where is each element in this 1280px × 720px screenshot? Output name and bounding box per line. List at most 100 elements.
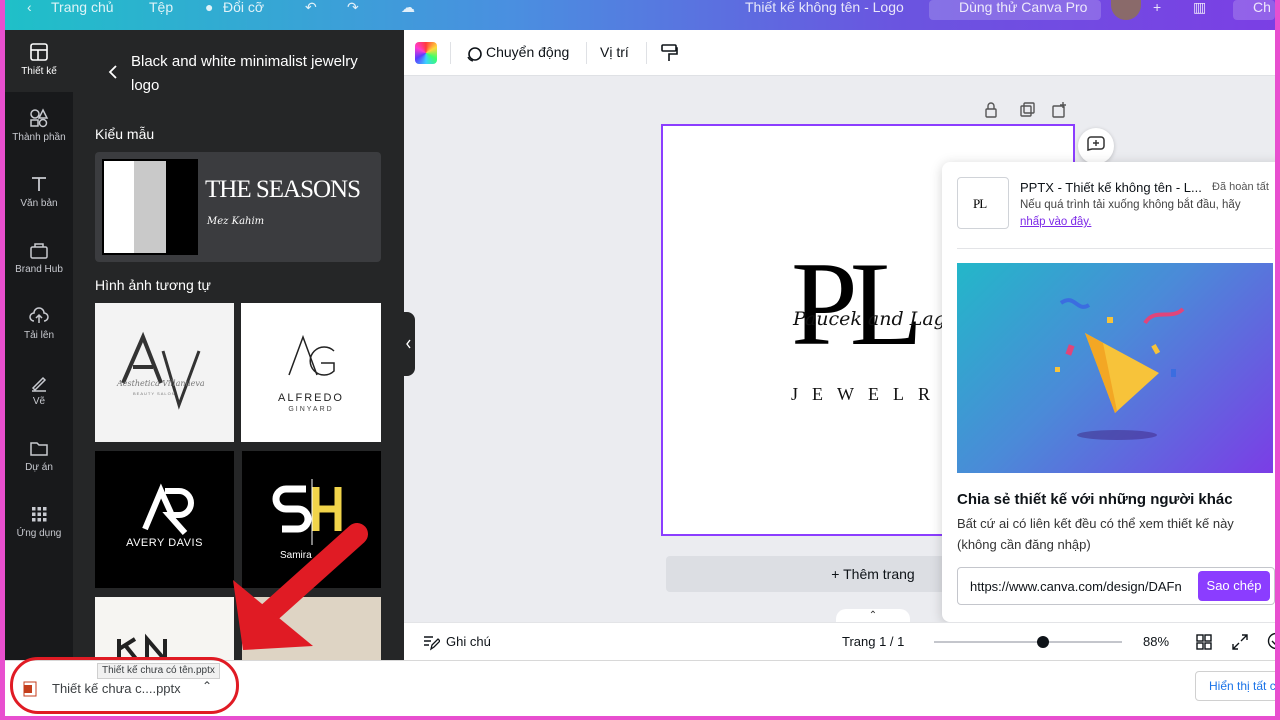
download-title: PPTX - Thiết kế không tên - L... [1020, 180, 1202, 195]
celebration-illustration [957, 263, 1273, 473]
analytics-icon[interactable]: ▥ [1193, 0, 1206, 16]
copy-link-button[interactable]: Sao chép [1198, 571, 1270, 601]
download-thumbnail: PL [957, 177, 1009, 229]
animate-button[interactable]: Chuyển động [486, 44, 569, 60]
notes-button[interactable]: Ghi chú [446, 634, 491, 649]
logo-initials[interactable]: PL [791, 244, 923, 364]
file-menu[interactable]: Tệp [149, 0, 173, 15]
add-page-icon [1052, 102, 1066, 118]
shapes-icon [30, 108, 49, 128]
rail-label: Brand Hub [15, 264, 63, 275]
av-monogram [121, 331, 201, 410]
popup-divider [957, 248, 1273, 249]
rail-item-text[interactable]: Văn bản [5, 162, 73, 224]
document-title[interactable]: Thiết kế không tên - Logo [745, 0, 904, 15]
share-label: Ch [1253, 0, 1271, 15]
show-all-downloads-button[interactable]: Hiển thị tất cả [1195, 671, 1275, 701]
crown-icon: ● [205, 0, 214, 15]
left-rail: Thiết kế Thành phần Văn bản Brand Hub Tả… [5, 30, 73, 660]
pro-trial-label: Dùng thử Canva Pro [959, 0, 1088, 15]
thumb-av-logo[interactable]: Aesthetica Villanueva BEAUTY SALON [95, 303, 234, 442]
chevron-left-icon[interactable] [107, 64, 119, 80]
pro-trial-button[interactable]: Dùng thử Canva Pro [929, 0, 1101, 20]
cloud-saved-icon: ☁ [401, 0, 415, 15]
rail-item-design[interactable]: Thiết kế [5, 30, 73, 92]
rail-item-apps[interactable]: Ứng dụng [5, 492, 73, 554]
download-status: Đã hoàn tất [1212, 181, 1269, 193]
home-link[interactable]: Trang chủ [51, 0, 114, 15]
upload-icon [29, 307, 49, 323]
rail-item-draw[interactable]: Vẽ [5, 360, 73, 422]
fullscreen-icon[interactable] [1232, 634, 1248, 650]
ag-monogram [288, 334, 335, 376]
color-picker-icon[interactable] [415, 42, 437, 64]
av-sub: BEAUTY SALON [133, 391, 176, 396]
page-indicator[interactable]: Trang 1 / 1 [842, 634, 904, 649]
alfredo-name: ALFREDO [278, 392, 344, 404]
download-message: Nếu quá trình tải xuống không bắt đầu, h… [1020, 199, 1241, 211]
top-bar: ‹ Trang chủ Tệp ● Đổi cỡ ↶ ↷ ☁ Thiết kế … [5, 0, 1275, 30]
share-description: Bất cứ ai có liên kết đều có thể xem thi… [957, 516, 1234, 552]
logo-script[interactable]: Paucek and Lage [793, 308, 957, 330]
layout-icon [30, 43, 48, 61]
duplicate-page-icon [1020, 102, 1035, 117]
rail-label: Ứng dụng [16, 528, 62, 539]
zoom-slider-track[interactable] [934, 641, 1122, 643]
toolbar-divider [450, 42, 451, 64]
brand-icon [30, 243, 48, 259]
party-popper-icon [1055, 298, 1185, 440]
chevron-left-icon [406, 339, 411, 349]
annotation-arrow-icon [233, 523, 368, 650]
page-actions [985, 102, 1066, 118]
grid-view-icon[interactable] [1196, 634, 1212, 650]
rail-item-elements[interactable]: Thành phần [5, 96, 73, 158]
app-frame: ‹ Trang chủ Tệp ● Đổi cỡ ↶ ↷ ☁ Thiết kế … [5, 0, 1275, 716]
show-pages-chevron-icon[interactable]: ⌃ [836, 609, 910, 623]
add-people-icon[interactable]: + [1153, 0, 1161, 15]
share-button[interactable]: Ch [1233, 0, 1275, 20]
undo-icon[interactable]: ↶ [305, 0, 317, 16]
panel-title: Black and white minimalist jewelry logo [131, 53, 358, 94]
thumb-alfredo-logo[interactable]: ALFREDO GINYARD [241, 303, 381, 442]
paint-format-icon[interactable] [660, 43, 678, 63]
text-icon [32, 177, 46, 191]
rail-label: Thiết kế [21, 66, 57, 77]
draw-icon [31, 376, 47, 392]
templates-heading: Kiểu mẫu [95, 126, 155, 142]
avatar[interactable] [1111, 0, 1141, 20]
similar-heading: Hình ảnh tương tự [95, 277, 211, 293]
check-circle-icon[interactable] [1267, 632, 1275, 650]
download-retry-link[interactable]: nhấp vào đây. [1020, 216, 1091, 228]
zoom-level[interactable]: 88% [1143, 634, 1169, 649]
folder-icon [30, 442, 48, 456]
template-swatch [102, 159, 198, 255]
notes-icon[interactable] [422, 633, 440, 651]
rail-label: Thành phần [12, 132, 66, 143]
position-button[interactable]: Vị trí [600, 44, 629, 60]
av-script: Aesthetica Villanueva [117, 379, 205, 388]
zoom-slider-thumb[interactable] [1037, 636, 1049, 648]
share-title: Chia sẻ thiết kế với những người khác [957, 491, 1233, 508]
apps-icon [32, 507, 47, 522]
animate-icon[interactable] [464, 44, 484, 64]
rail-item-brand[interactable]: Brand Hub [5, 228, 73, 290]
resize-button[interactable]: Đổi cỡ [223, 0, 264, 15]
bottom-bar: Ghi chú Trang 1 / 1 88% [404, 622, 1275, 660]
thumb-initials: PL [973, 196, 987, 211]
collapse-panel-handle[interactable] [403, 312, 415, 376]
rail-item-projects[interactable]: Dự án [5, 426, 73, 488]
editor-toolbar: Chuyển động Vị trí [404, 30, 1275, 76]
template-title-text: THE SEASONS [205, 176, 361, 203]
rail-label: Văn bản [20, 198, 58, 209]
rail-label: Vẽ [32, 396, 46, 407]
alfredo-sub: GINYARD [288, 406, 334, 413]
rail-label: Tải lên [23, 330, 54, 341]
back-home-icon[interactable]: ‹ [27, 0, 32, 15]
rail-label: Dự án [25, 462, 53, 473]
template-script-text: Mez Kahim [207, 216, 265, 227]
comment-button[interactable] [1078, 128, 1114, 164]
rail-item-uploads[interactable]: Tải lên [5, 294, 73, 356]
lock-icon [985, 102, 997, 118]
template-card[interactable]: THE SEASONS Mez Kahim [95, 152, 381, 262]
redo-icon[interactable]: ↷ [347, 0, 359, 16]
